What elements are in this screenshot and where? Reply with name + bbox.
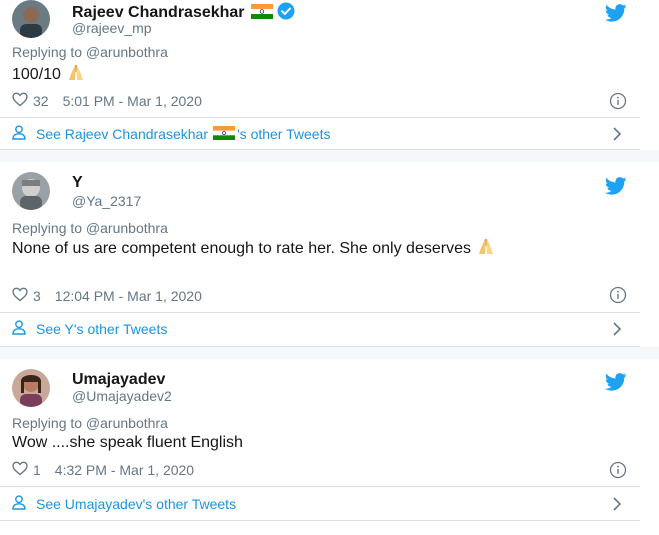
chevron-right-icon — [612, 496, 622, 515]
see-other-tweets-link[interactable]: See Y's other Tweets — [12, 316, 632, 342]
chevron-right-icon — [612, 321, 622, 340]
india-flag-icon — [250, 4, 273, 24]
replying-to: Replying to @arunbothra — [12, 220, 168, 236]
tweet-meta: 32 5:01 PM - Mar 1, 2020 — [12, 92, 202, 110]
india-flag-icon — [213, 125, 235, 143]
chevron-right-icon — [612, 126, 622, 145]
timestamp[interactable]: 5:01 PM - Mar 1, 2020 — [63, 93, 202, 109]
tweet-separator — [0, 150, 659, 162]
divider — [0, 486, 640, 487]
tweet-card[interactable]: Y @Ya_2317 Replying to @arunbothra None … — [0, 170, 659, 350]
display-name[interactable]: Umajayadev — [72, 371, 165, 389]
info-icon[interactable] — [609, 92, 627, 115]
tweet-meta: 3 12:04 PM - Mar 1, 2020 — [12, 287, 202, 305]
info-icon[interactable] — [609, 286, 627, 309]
see-other-tweets-label: See Umajayadev's other Tweets — [36, 496, 237, 512]
folded-hands-icon — [66, 63, 86, 87]
user-handle[interactable]: @Umajayadev2 — [72, 388, 172, 404]
folded-hands-icon — [476, 237, 496, 261]
timestamp[interactable]: 12:04 PM - Mar 1, 2020 — [55, 288, 202, 304]
tweet-meta: 1 4:32 PM - Mar 1, 2020 — [12, 461, 194, 479]
person-icon — [12, 320, 26, 338]
tweet-text: 100/10 — [12, 63, 552, 87]
person-icon — [12, 495, 26, 513]
replying-to: Replying to @arunbothra — [12, 415, 168, 431]
heart-icon[interactable] — [12, 92, 28, 110]
like-count: 3 — [33, 288, 41, 304]
see-other-tweets-suffix: 's other Tweets — [237, 126, 331, 142]
see-other-tweets-link[interactable]: See Rajeev Chandrasekhar 's other Tweets — [12, 121, 632, 147]
divider — [0, 520, 640, 521]
tweet-card[interactable]: Umajayadev @Umajayadev2 Replying to @aru… — [0, 364, 659, 535]
display-name[interactable]: Rajeev Chandrasekhar — [72, 4, 245, 21]
heart-icon[interactable] — [12, 287, 28, 305]
replying-to: Replying to @arunbothra — [12, 44, 168, 60]
verified-badge-icon — [277, 2, 295, 25]
tweet-separator — [0, 347, 659, 359]
twitter-bird-icon[interactable] — [604, 177, 627, 200]
info-icon[interactable] — [609, 461, 627, 484]
avatar[interactable] — [12, 0, 50, 38]
divider — [0, 117, 640, 118]
see-other-tweets-label: See Y's other Tweets — [36, 321, 168, 337]
heart-icon[interactable] — [12, 461, 28, 479]
see-other-tweets-label: See Rajeev Chandrasekhar — [36, 126, 208, 142]
tweet-text: Wow ....she speak fluent English — [12, 434, 243, 451]
like-count: 1 — [33, 462, 41, 478]
display-name[interactable]: Y — [72, 174, 83, 192]
avatar[interactable] — [12, 369, 50, 407]
tweet-text: None of us are competent enough to rate … — [12, 237, 552, 261]
avatar[interactable] — [12, 172, 50, 210]
like-count: 32 — [33, 93, 49, 109]
user-handle[interactable]: @Ya_2317 — [72, 193, 141, 209]
twitter-bird-icon[interactable] — [604, 373, 627, 396]
person-icon — [12, 125, 26, 143]
tweet-card[interactable]: Rajeev Chandrasekhar @rajeev_mp Replying… — [0, 0, 659, 150]
divider — [0, 312, 640, 313]
see-other-tweets-link[interactable]: See Umajayadev's other Tweets — [12, 491, 632, 517]
twitter-bird-icon[interactable] — [604, 4, 627, 27]
user-handle[interactable]: @rajeev_mp — [72, 20, 152, 36]
timestamp[interactable]: 4:32 PM - Mar 1, 2020 — [55, 462, 194, 478]
